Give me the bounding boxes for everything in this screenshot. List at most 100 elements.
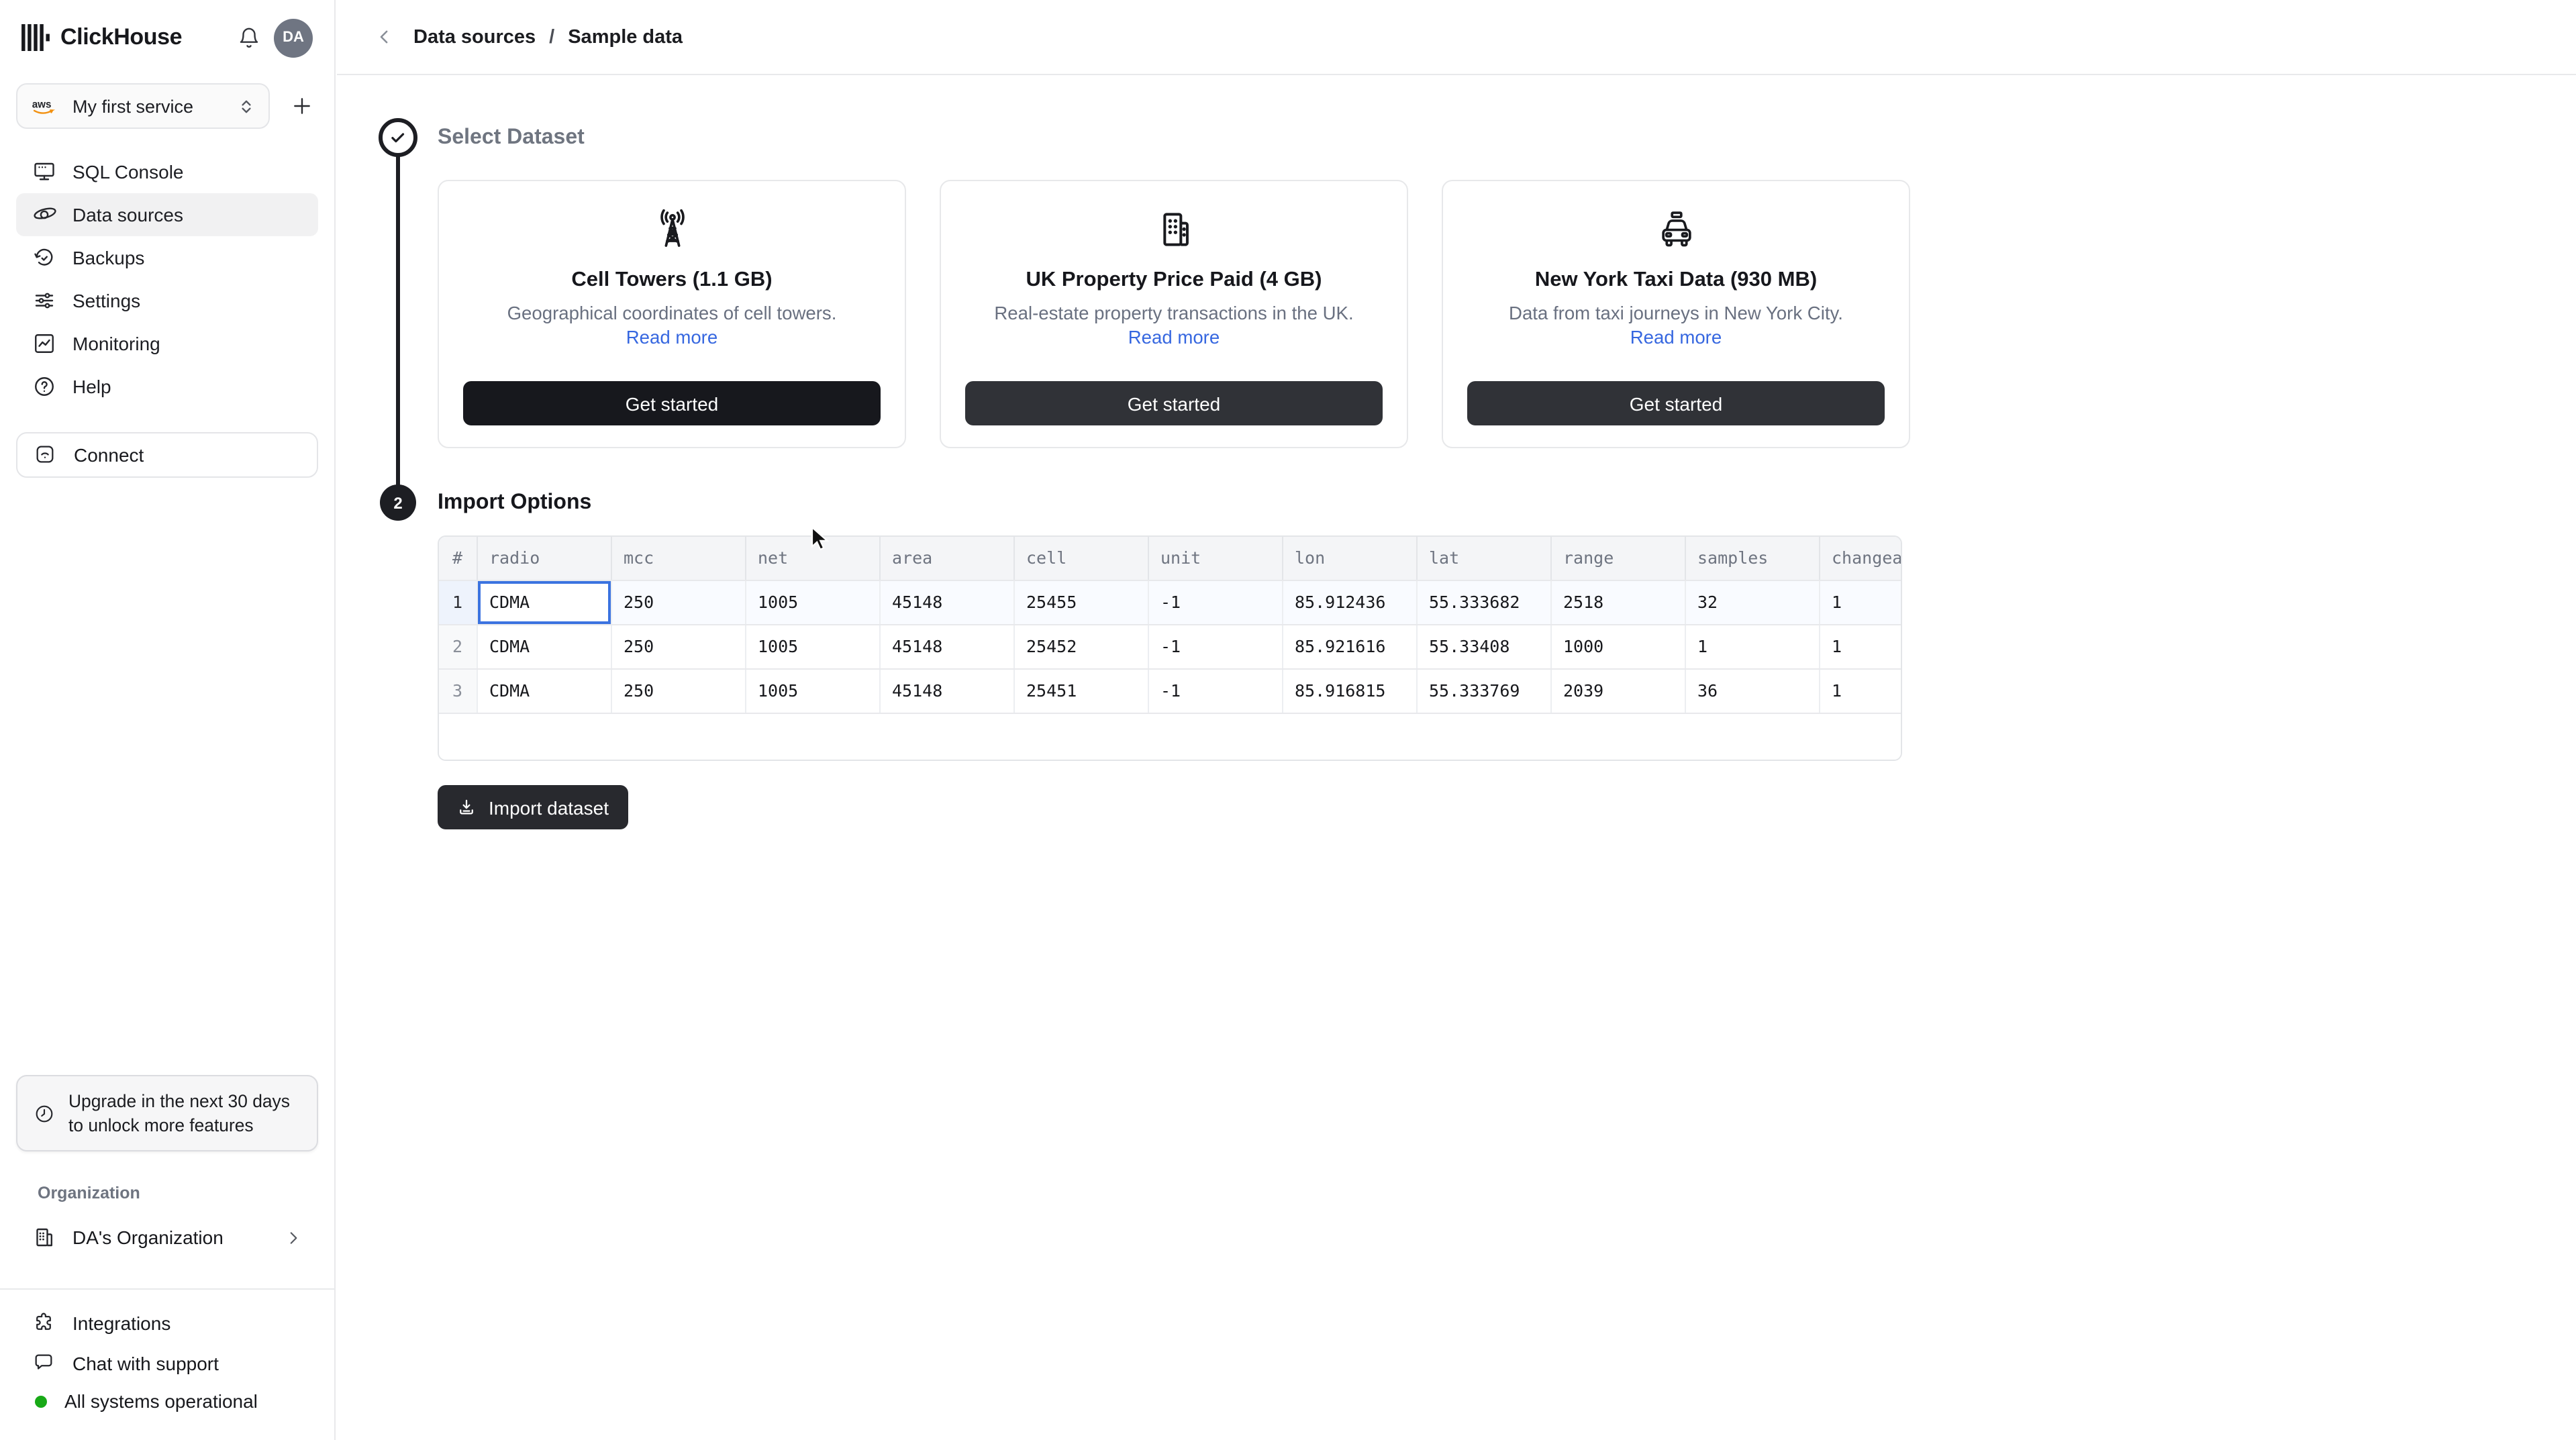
clock-icon — [34, 1102, 55, 1124]
aws-logo-icon: aws — [31, 96, 60, 116]
read-more-link[interactable]: Read more — [1128, 327, 1220, 348]
table-cell[interactable]: 55.333769 — [1416, 668, 1551, 713]
organization-name: DA's Organization — [72, 1227, 224, 1248]
table-cell[interactable]: CDMA — [477, 624, 611, 669]
table-cell[interactable]: 1005 — [745, 580, 880, 625]
table-cell[interactable]: 45148 — [879, 624, 1014, 669]
table-cell[interactable]: 1005 — [745, 624, 880, 669]
table-cell[interactable]: 1005 — [745, 668, 880, 713]
get-started-button-cell-towers[interactable]: Get started — [463, 381, 881, 425]
table-cell[interactable]: 45148 — [879, 580, 1014, 625]
table-cell[interactable]: -1 — [1148, 668, 1283, 713]
sidebar-item-label: Monitoring — [72, 333, 160, 354]
column-header[interactable]: samples — [1685, 537, 1820, 580]
selected-cell[interactable]: CDMA — [477, 580, 611, 625]
dataset-card-uk-property: UK Property Price Paid (4 GB) Real-estat… — [940, 180, 1408, 448]
system-status[interactable]: All systems operational — [16, 1384, 318, 1424]
status-text: All systems operational — [64, 1390, 258, 1412]
table-cell[interactable]: 25455 — [1013, 580, 1148, 625]
sidebar-item-chat-support[interactable]: Chat with support — [16, 1343, 318, 1384]
dataset-card-cell-towers: Cell Towers (1.1 GB) Geographical coordi… — [438, 180, 906, 448]
stepper-line — [396, 156, 400, 486]
sidebar-nav: SQL Console Data sources Backups Setting… — [16, 150, 318, 408]
organization-selector[interactable]: DA's Organization — [16, 1213, 318, 1262]
connect-button[interactable]: Connect — [16, 432, 318, 478]
table-cell[interactable]: 45148 — [879, 668, 1014, 713]
column-header[interactable]: net — [745, 537, 880, 580]
table-cell[interactable]: 25452 — [1013, 624, 1148, 669]
cell-tower-icon — [649, 205, 695, 254]
taxi-icon — [1653, 205, 1699, 254]
sidebar-item-label: Settings — [72, 290, 141, 311]
row-number: 1 — [439, 580, 477, 625]
table-cell[interactable]: 250 — [611, 624, 746, 669]
column-header[interactable]: radio — [477, 537, 611, 580]
back-chevron-icon[interactable] — [375, 27, 395, 47]
dataset-title: New York Taxi Data (930 MB) — [1534, 268, 1818, 291]
column-header[interactable]: cell — [1013, 537, 1148, 580]
column-header[interactable]: lon — [1282, 537, 1417, 580]
svg-text:aws: aws — [32, 99, 52, 110]
table-row: 2 CDMA 250 1005 45148 25452 -1 85.921616… — [439, 624, 1901, 669]
import-dataset-button[interactable]: Import dataset — [438, 785, 628, 829]
table-cell[interactable]: 85.916815 — [1282, 668, 1417, 713]
table-cell[interactable]: -1 — [1148, 580, 1283, 625]
table-cell[interactable]: 1000 — [1550, 624, 1685, 669]
main-area: Data sources / Sample data Select Datase… — [337, 0, 2576, 1440]
dataset-cards: Cell Towers (1.1 GB) Geographical coordi… — [438, 180, 1910, 448]
table-cell[interactable]: 55.333682 — [1416, 580, 1551, 625]
import-options-heading: Import Options — [438, 491, 592, 514]
backups-history-icon — [32, 246, 56, 270]
get-started-button-ny-taxi[interactable]: Get started — [1467, 381, 1885, 425]
content: Select Dataset Cell Towers (1.1 GB) Geog… — [337, 75, 2576, 1440]
table-cell[interactable]: 1 — [1685, 624, 1820, 669]
sidebar-item-data-sources[interactable]: Data sources — [16, 193, 318, 236]
table-cell[interactable]: 32 — [1685, 580, 1820, 625]
column-header[interactable]: # — [439, 537, 477, 580]
read-more-link[interactable]: Read more — [1630, 327, 1722, 348]
notifications-bell-icon[interactable] — [238, 26, 260, 49]
column-header[interactable]: unit — [1148, 537, 1283, 580]
breadcrumb-section[interactable]: Data sources — [413, 26, 536, 48]
table-cell[interactable]: 55.33408 — [1416, 624, 1551, 669]
connect-label: Connect — [74, 444, 144, 466]
sidebar-item-integrations[interactable]: Integrations — [16, 1303, 318, 1343]
add-service-button[interactable] — [286, 90, 318, 122]
download-icon — [456, 797, 477, 817]
table-cell[interactable]: 1 — [1819, 580, 1901, 625]
sidebar-item-monitoring[interactable]: Monitoring — [16, 322, 318, 365]
logo-row: ClickHouse DA — [16, 16, 318, 59]
sidebar-item-label: Backups — [72, 247, 145, 268]
column-header[interactable]: lat — [1416, 537, 1551, 580]
table-cell[interactable]: 85.912436 — [1282, 580, 1417, 625]
data-sources-icon — [32, 203, 56, 227]
table-cell[interactable]: 1 — [1819, 668, 1901, 713]
upgrade-notice[interactable]: Upgrade in the next 30 days to unlock mo… — [16, 1075, 318, 1151]
table-cell[interactable]: 2518 — [1550, 580, 1685, 625]
table-cell[interactable]: 250 — [611, 580, 746, 625]
table-cell[interactable]: 250 — [611, 668, 746, 713]
column-header[interactable]: mcc — [611, 537, 746, 580]
table-cell[interactable]: -1 — [1148, 624, 1283, 669]
column-header[interactable]: changeable — [1819, 537, 1901, 580]
table-row: 1 CDMA 250 1005 45148 25455 -1 85.912436… — [439, 580, 1901, 625]
service-selector[interactable]: aws My first service — [16, 83, 270, 129]
column-header[interactable]: area — [879, 537, 1014, 580]
table-cell[interactable]: 85.921616 — [1282, 624, 1417, 669]
sidebar-item-settings[interactable]: Settings — [16, 279, 318, 322]
sidebar-item-help[interactable]: Help — [16, 365, 318, 408]
service-name: My first service — [72, 96, 194, 116]
table-cell[interactable]: 25451 — [1013, 668, 1148, 713]
table-cell[interactable]: 1 — [1819, 624, 1901, 669]
column-header[interactable]: range — [1550, 537, 1685, 580]
table-header-row: # radio mcc net area cell unit lon lat r… — [439, 537, 1901, 580]
table-cell[interactable]: 36 — [1685, 668, 1820, 713]
table-cell[interactable]: CDMA — [477, 668, 611, 713]
get-started-button-uk-property[interactable]: Get started — [965, 381, 1383, 425]
clickhouse-console: ClickHouse DA aws My first service SQL C… — [0, 0, 2576, 1440]
sidebar-item-sql-console[interactable]: SQL Console — [16, 150, 318, 193]
read-more-link[interactable]: Read more — [626, 327, 718, 348]
table-cell[interactable]: 2039 — [1550, 668, 1685, 713]
sidebar-item-backups[interactable]: Backups — [16, 236, 318, 279]
user-avatar[interactable]: DA — [274, 18, 313, 57]
